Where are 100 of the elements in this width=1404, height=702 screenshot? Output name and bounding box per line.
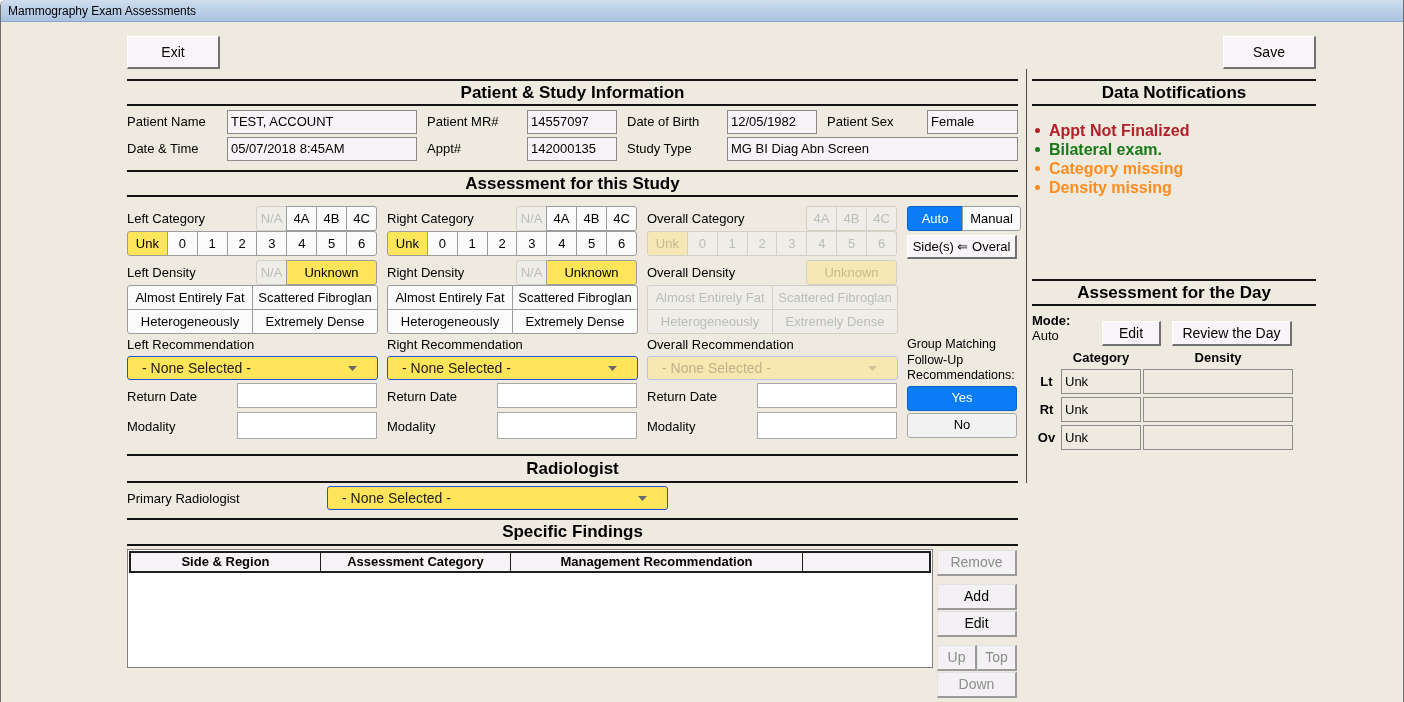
column-header: Assessment Category <box>321 553 511 571</box>
category-option[interactable]: 4 <box>286 231 318 256</box>
dropdown[interactable]: - None Selected - <box>127 356 378 380</box>
density-option[interactable]: Almost Entirely Fat <box>387 285 513 310</box>
caret-icon <box>608 365 617 371</box>
mode-label: Mode: <box>1032 313 1072 328</box>
save-button[interactable]: Save <box>1223 36 1316 69</box>
density-option[interactable]: Unknown <box>546 260 637 285</box>
section-title: Radiologist <box>526 458 619 479</box>
review-day-button[interactable]: Review the Day <box>1172 321 1292 346</box>
value-field: 14557097 <box>527 110 617 134</box>
caret-icon <box>638 495 647 501</box>
field-label: Return Date <box>127 388 198 404</box>
row-label: Lt <box>1040 372 1053 391</box>
category-option[interactable]: 4B <box>576 206 607 231</box>
mode-toggle[interactable]: Manual <box>962 206 1021 231</box>
category-option[interactable]: 4B <box>316 206 347 231</box>
notification-text: Bilateral exam. <box>1049 140 1162 159</box>
category-option[interactable]: 5 <box>576 231 608 256</box>
group-matching-label: Group Matching Follow-Up Recommendations: <box>907 337 1016 384</box>
field-label: Modality <box>127 418 176 434</box>
category-option[interactable]: 4A <box>286 206 317 231</box>
field-label: Date & Time <box>127 140 199 159</box>
category-cell: Unk <box>1061 425 1141 450</box>
category-option[interactable]: 4C <box>346 206 377 231</box>
notification-text: Density missing <box>1049 178 1172 197</box>
field-label: Modality <box>647 418 696 434</box>
density-option[interactable]: Extremely Dense <box>252 309 378 334</box>
field-label: Right Density <box>387 263 465 282</box>
section-title: Data Notifications <box>1101 82 1247 103</box>
density-option[interactable]: Heterogeneously <box>127 309 253 334</box>
window-title: Mammography Exam Assessments <box>8 2 197 20</box>
section-title: Specific Findings <box>502 522 643 542</box>
row-label: Rt <box>1039 400 1054 419</box>
density-option[interactable]: Heterogeneously <box>387 309 513 334</box>
field-label: Patient Sex <box>827 113 894 132</box>
exit-button[interactable]: Exit <box>127 36 220 69</box>
category-option[interactable]: 6 <box>606 231 637 256</box>
field-label: Study Type <box>627 140 692 159</box>
category-option[interactable]: 3 <box>516 231 548 256</box>
modality-field[interactable] <box>757 412 897 439</box>
field-label: Modality <box>387 418 436 434</box>
field-label: Right Category <box>387 209 474 228</box>
mode-value: Auto <box>1032 328 1060 343</box>
section-title: Patient & Study Information <box>460 82 685 103</box>
category-option[interactable]: 5 <box>316 231 348 256</box>
field-label: Overall Category <box>647 209 745 228</box>
side-button[interactable]: Add <box>937 584 1017 610</box>
category-option[interactable]: 1 <box>456 231 488 256</box>
category-option[interactable]: 3 <box>256 231 288 256</box>
value-field: TEST, ACCOUNT <box>227 110 417 134</box>
row-label: Ov <box>1037 428 1056 447</box>
category-option[interactable]: Unk <box>127 231 168 256</box>
notification-text: Appt Not Finalized <box>1049 121 1190 140</box>
section-title: Assessment for the Day <box>1077 282 1271 303</box>
value-field: 05/07/2018 8:45AM <box>227 137 417 161</box>
dropdown[interactable]: - None Selected - <box>327 486 668 510</box>
return-date-field[interactable] <box>237 383 377 408</box>
category-option[interactable]: 1 <box>196 231 228 256</box>
category-option[interactable]: 4 <box>546 231 578 256</box>
field-label: Left Recommendation <box>127 336 255 355</box>
density-option[interactable]: Unknown <box>286 260 377 285</box>
field-label: Date of Birth <box>627 113 700 132</box>
field-label: Appt# <box>427 140 461 159</box>
category-option[interactable]: 4C <box>606 206 637 231</box>
edit-button[interactable]: Edit <box>1102 321 1161 346</box>
return-date-field[interactable] <box>757 383 897 408</box>
mode-toggle[interactable]: Auto <box>907 206 963 231</box>
density-option[interactable]: Extremely Dense <box>512 309 638 334</box>
return-date-field[interactable] <box>497 383 637 408</box>
field-label: Return Date <box>387 388 458 404</box>
density-option[interactable]: Scattered Fibroglan <box>252 285 378 310</box>
field-label: Right Recommendation <box>387 336 523 355</box>
field-label: Left Density <box>127 263 196 282</box>
group-matching-option[interactable]: Yes <box>907 385 1017 411</box>
field-label: Overall Density <box>647 263 736 282</box>
category-option[interactable]: Unk <box>387 231 428 256</box>
column-title: Category <box>1072 351 1130 365</box>
dropdown[interactable]: - None Selected - <box>387 356 638 380</box>
category-option[interactable]: 4A <box>546 206 577 231</box>
copy-button[interactable]: Side(s) ⇐ Overal <box>907 235 1017 259</box>
category-option[interactable]: 0 <box>166 231 198 256</box>
category-cell: Unk <box>1061 369 1141 394</box>
field-label: Patient Name <box>127 113 206 132</box>
field-label: Return Date <box>647 388 718 404</box>
density-option[interactable]: Scattered Fibroglan <box>512 285 638 310</box>
modality-field[interactable] <box>497 412 637 439</box>
modality-field[interactable] <box>237 412 377 439</box>
side-button[interactable]: Edit <box>937 611 1017 637</box>
category-cell: Unk <box>1061 397 1141 422</box>
density-option[interactable]: Almost Entirely Fat <box>127 285 253 310</box>
notification-text: Category missing <box>1049 159 1184 178</box>
category-option[interactable]: 6 <box>346 231 377 256</box>
section-title: Assessment for this Study <box>465 173 680 194</box>
column-title: Density <box>1194 351 1242 365</box>
value-field: 12/05/1982 <box>727 110 817 134</box>
value-field: Female <box>927 110 1018 134</box>
category-option[interactable]: 0 <box>426 231 458 256</box>
field-label: Overall Recommendation <box>647 336 794 355</box>
group-matching-option[interactable]: No <box>907 412 1017 438</box>
